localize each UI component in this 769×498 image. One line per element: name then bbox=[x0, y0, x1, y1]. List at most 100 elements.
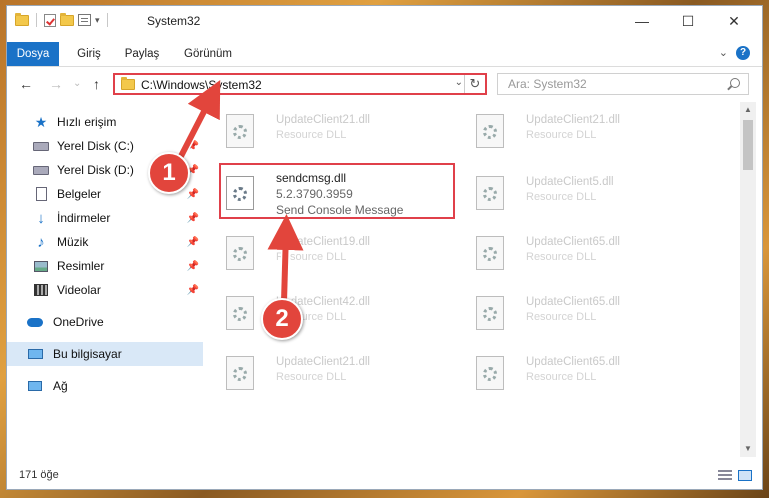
up-arrow-icon[interactable]: ↑ bbox=[93, 76, 100, 92]
file-name: UpdateClient21.dll bbox=[276, 356, 370, 368]
file-item[interactable]: UpdateClient42.dll Resource DLL bbox=[212, 288, 448, 338]
file-type: Resource DLL bbox=[276, 251, 347, 263]
pin-icon[interactable]: 📌 bbox=[187, 213, 199, 224]
cloud-icon bbox=[27, 314, 43, 330]
dll-file-icon bbox=[226, 236, 254, 270]
minimize-button[interactable]: — bbox=[619, 6, 665, 36]
details-view-icon[interactable] bbox=[718, 470, 732, 481]
highlight-box bbox=[219, 163, 455, 219]
item-count: 171 öğe bbox=[19, 469, 59, 481]
pin-icon[interactable]: 📌 bbox=[187, 189, 199, 200]
file-type: Resource DLL bbox=[526, 129, 597, 141]
sidebar-item-label: Müzik bbox=[57, 235, 89, 249]
dll-file-icon bbox=[226, 296, 254, 330]
sidebar-item-label: Belgeler bbox=[57, 187, 102, 201]
download-icon: ↓ bbox=[37, 209, 45, 227]
sidebar-item-label: Hızlı erişim bbox=[57, 115, 117, 129]
recent-locations-icon[interactable]: ⌄ bbox=[73, 78, 81, 89]
sidebar-item-label: Yerel Disk (C:) bbox=[57, 139, 134, 153]
scroll-down-icon[interactable]: ▼ bbox=[740, 441, 756, 457]
tab-dosya[interactable]: Dosya bbox=[7, 42, 59, 66]
scroll-thumb[interactable] bbox=[743, 120, 753, 170]
sidebar-item-this-pc[interactable]: Bu bilgisayar bbox=[7, 342, 203, 366]
sidebar-item-label: Bu bilgisayar bbox=[53, 347, 122, 361]
back-arrow-icon[interactable]: ← bbox=[19, 76, 33, 92]
sidebar-item-downloads[interactable]: ↓ İndirmeler 📌 bbox=[7, 206, 203, 230]
picture-icon bbox=[33, 258, 49, 274]
sidebar-item-quick-access[interactable]: ★ Hızlı erişim bbox=[7, 110, 203, 134]
pin-icon[interactable]: 📌 bbox=[187, 261, 199, 272]
toolbar-divider bbox=[106, 13, 108, 27]
dll-file-icon bbox=[476, 356, 504, 390]
file-type: Resource DLL bbox=[526, 191, 597, 203]
file-item[interactable]: UpdateClient19.dll Resource DLL bbox=[212, 228, 448, 278]
sidebar-item-label: Videolar bbox=[57, 283, 101, 297]
file-name: UpdateClient65.dll bbox=[526, 296, 620, 308]
file-item[interactable]: UpdateClient65.dll Resource DLL bbox=[462, 288, 698, 338]
file-name: UpdateClient5.dll bbox=[526, 176, 614, 188]
file-name: UpdateClient21.dll bbox=[276, 114, 370, 126]
vertical-scrollbar[interactable]: ▲ ▼ bbox=[740, 102, 756, 457]
tab-gorunum[interactable]: Görünüm bbox=[177, 42, 239, 66]
file-item[interactable]: UpdateClient65.dll Resource DLL bbox=[462, 348, 698, 398]
dll-file-icon bbox=[226, 114, 254, 148]
close-button[interactable]: ✕ bbox=[711, 6, 757, 36]
properties-icon[interactable] bbox=[78, 14, 91, 26]
file-type: Resource DLL bbox=[276, 129, 347, 141]
pin-icon[interactable]: 📌 bbox=[187, 285, 199, 296]
folder-icon bbox=[121, 77, 135, 90]
network-icon bbox=[27, 378, 43, 394]
star-icon: ★ bbox=[34, 113, 48, 130]
computer-icon bbox=[27, 346, 43, 362]
sidebar-item-label: OneDrive bbox=[53, 315, 104, 329]
expand-ribbon-icon[interactable]: ⌄ bbox=[719, 46, 728, 59]
tab-giris[interactable]: Giriş bbox=[67, 42, 111, 66]
dll-file-icon bbox=[476, 296, 504, 330]
properties-check-icon[interactable] bbox=[44, 13, 56, 27]
sidebar-item-label: İndirmeler bbox=[57, 211, 111, 225]
file-item[interactable]: UpdateClient21.dll Resource DLL bbox=[212, 106, 448, 156]
pin-icon[interactable]: 📌 bbox=[187, 237, 199, 248]
search-placeholder: Ara: System32 bbox=[508, 77, 587, 91]
file-type: Resource DLL bbox=[526, 251, 597, 263]
address-bar[interactable]: C:\Windows\System32 ⌄ ↻ bbox=[113, 73, 487, 95]
sidebar-item-music[interactable]: ♪ Müzik 📌 bbox=[7, 230, 203, 254]
search-input[interactable]: Ara: System32 bbox=[497, 73, 749, 95]
new-folder-icon[interactable] bbox=[60, 12, 74, 26]
status-bar: 171 öğe bbox=[7, 461, 762, 489]
address-dropdown-icon[interactable]: ⌄ bbox=[455, 77, 463, 88]
toolbar-divider bbox=[36, 13, 37, 27]
callout-step-2: 2 bbox=[261, 298, 303, 340]
drive-icon bbox=[33, 138, 49, 154]
sidebar-item-network[interactable]: Ağ bbox=[7, 374, 203, 398]
customize-toolbar-arrow-icon[interactable]: ▾ bbox=[95, 15, 100, 26]
quick-access-toolbar: ▾ bbox=[15, 12, 111, 27]
file-name: UpdateClient65.dll bbox=[526, 236, 620, 248]
address-path[interactable]: C:\Windows\System32 bbox=[141, 78, 262, 92]
ribbon-tabs: Dosya Giriş Paylaş Görünüm ⌄ ? bbox=[7, 42, 762, 67]
music-icon: ♪ bbox=[37, 233, 45, 251]
sidebar-item-onedrive[interactable]: OneDrive bbox=[7, 310, 203, 334]
file-item[interactable]: UpdateClient21.dll Resource DLL bbox=[462, 106, 698, 156]
title-bar: ▾ System32 — ☐ ✕ bbox=[7, 6, 762, 36]
dll-file-icon bbox=[476, 236, 504, 270]
forward-arrow-icon[interactable]: → bbox=[49, 76, 63, 92]
file-item[interactable]: UpdateClient5.dll Resource DLL bbox=[462, 168, 698, 218]
file-item[interactable]: UpdateClient21.dll Resource DLL bbox=[212, 348, 448, 398]
sidebar-item-videos[interactable]: Videolar 📌 bbox=[7, 278, 203, 302]
file-item[interactable]: UpdateClient65.dll Resource DLL bbox=[462, 228, 698, 278]
dll-file-icon bbox=[476, 176, 504, 210]
pin-icon[interactable]: 📌 bbox=[187, 141, 199, 152]
file-type: Resource DLL bbox=[526, 311, 597, 323]
help-icon[interactable]: ? bbox=[736, 46, 750, 60]
drive-icon bbox=[33, 162, 49, 178]
window-title: System32 bbox=[147, 14, 201, 28]
scroll-up-icon[interactable]: ▲ bbox=[740, 102, 756, 118]
tiles-view-icon[interactable] bbox=[738, 470, 752, 481]
navigation-bar: ← → ⌄ ↑ C:\Windows\System32 ⌄ ↻ Ara: Sys… bbox=[7, 68, 762, 100]
maximize-button[interactable]: ☐ bbox=[665, 6, 711, 36]
refresh-icon[interactable]: ↻ bbox=[464, 75, 485, 93]
search-icon[interactable] bbox=[730, 78, 740, 88]
tab-paylas[interactable]: Paylaş bbox=[117, 42, 167, 66]
sidebar-item-pictures[interactable]: Resimler 📌 bbox=[7, 254, 203, 278]
